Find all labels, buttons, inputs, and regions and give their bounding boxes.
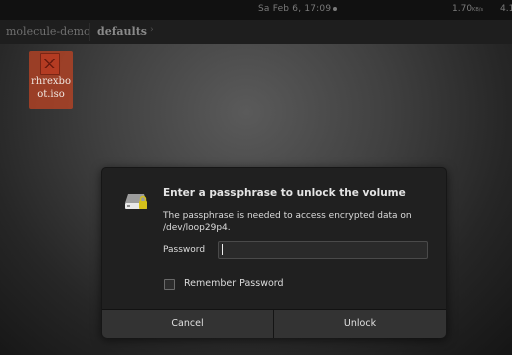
desktop-file-icon[interactable]: rhrexbo ot.iso xyxy=(29,51,73,109)
remember-password-label[interactable]: Remember Password xyxy=(184,278,284,289)
password-label: Password xyxy=(163,245,206,255)
dialog-title: Enter a passphrase to unlock the volume xyxy=(163,187,406,199)
desktop-file-label: rhrexbo ot.iso xyxy=(29,75,73,101)
network-indicator[interactable]: 1.70KB/s xyxy=(452,4,483,14)
file-label-line-2: ot.iso xyxy=(37,89,65,100)
tab-bar: molecule-demo defaults › xyxy=(0,20,512,44)
remember-password-checkbox[interactable] xyxy=(164,279,175,290)
iso-file-icon xyxy=(40,53,60,75)
file-label-line-1: rhrexbo xyxy=(31,76,71,87)
clock[interactable]: Sa Feb 6, 17:09 xyxy=(258,4,338,14)
tab-divider xyxy=(89,23,90,41)
network-unit: KB/s xyxy=(472,7,484,13)
network-rate: 1.70 xyxy=(452,4,473,14)
tab-defaults[interactable]: defaults xyxy=(97,25,147,38)
chevron-right-icon[interactable]: › xyxy=(150,25,154,35)
text-cursor xyxy=(222,244,223,255)
dialog-description: The passphrase is needed to access encry… xyxy=(163,211,412,233)
password-input[interactable] xyxy=(218,241,428,259)
notification-dot-icon xyxy=(333,6,338,11)
cancel-button[interactable]: Cancel xyxy=(102,310,273,338)
battery-indicator[interactable]: 4.1 xyxy=(500,4,512,14)
tab-molecule-demo[interactable]: molecule-demo xyxy=(6,25,91,38)
clock-text: Sa Feb 6, 17:09 xyxy=(258,4,332,14)
unlock-volume-dialog: Enter a passphrase to unlock the volume … xyxy=(101,167,447,338)
top-panel: Sa Feb 6, 17:09 1.70KB/s 4.1 xyxy=(0,0,512,20)
dialog-button-bar: Cancel Unlock xyxy=(102,309,446,338)
unlock-button[interactable]: Unlock xyxy=(274,310,446,338)
drive-lock-icon xyxy=(125,194,147,209)
